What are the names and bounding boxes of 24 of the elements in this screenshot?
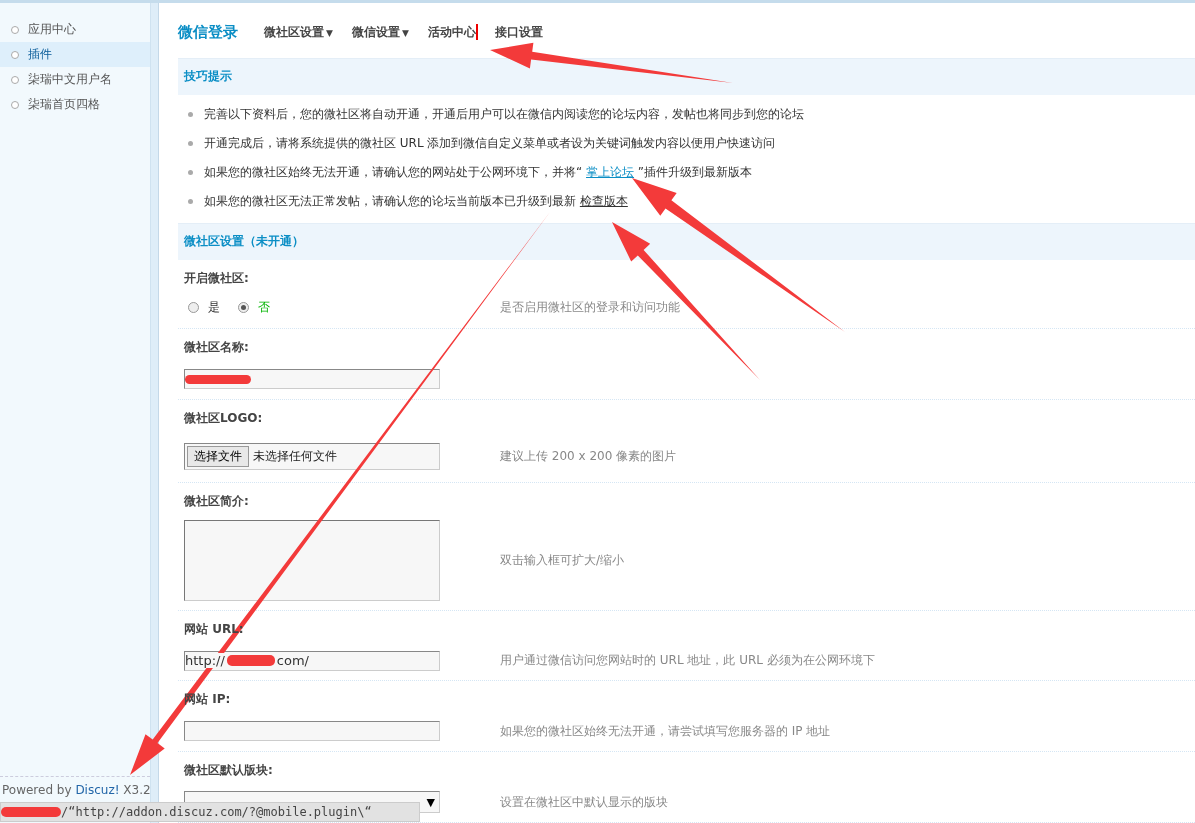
tip-text: 如果您的微社区无法正常发帖，请确认您的论坛当前版本已升级到最新 检查版本 (204, 192, 628, 210)
tip-text: 如果您的微社区始终无法开通，请确认您的网站处于公网环境下，并将“ 掌上论坛 ”插件升级到最新版本 (204, 163, 753, 181)
help-text: 双击输入框可扩大/缩小 (500, 552, 625, 570)
help-text: 如果您的微社区始终无法开通，请尝试填写您服务器的 IP 地址 (500, 722, 831, 740)
powered-by-text: Powered by Discuz! X3.2 (2, 783, 151, 797)
radio-label: 是 (208, 299, 220, 317)
help-text: 用户通过微信访问您网站时的 URL 地址，此 URL 必须为在公网环境下 (500, 652, 875, 670)
radio-label: 否 (258, 299, 270, 317)
help-text: 建议上传 200 x 200 像素的图片 (500, 447, 677, 465)
field-label: 微社区LOGO: (184, 410, 264, 428)
caret-icon: ▼ (426, 795, 435, 809)
section-title: 技巧提示 (184, 68, 232, 86)
help-text: 是否启用微社区的登录和访问功能 (500, 299, 680, 317)
field-label: 微社区默认版块: (184, 762, 274, 780)
help-text: 设置在微社区中默认显示的版块 (500, 793, 668, 811)
status-url-text: /“http://addon.discuz.com/?@mobile.plugin\“ (61, 805, 372, 819)
section-title: 微社区设置（未开通） (184, 233, 304, 251)
field-label: 微社区名称: (184, 339, 250, 357)
tip-text: 开通完成后，请将系统提供的微社区 URL 添加到微信自定义菜单或者设为关键词触发内容以便用户快速访问 (204, 134, 776, 152)
field-label: 开启微社区: (184, 269, 250, 287)
field-label: 微社区简介: (184, 492, 250, 510)
tip-text: 完善以下资料后，您的微社区将自动开通，开通后用户可以在微信内阅读您的论坛内容，发帖也将同步到您的论坛 (204, 105, 804, 123)
page-title: 微信登录 (178, 22, 238, 42)
file-status-text: 未选择任何文件 (253, 447, 337, 465)
